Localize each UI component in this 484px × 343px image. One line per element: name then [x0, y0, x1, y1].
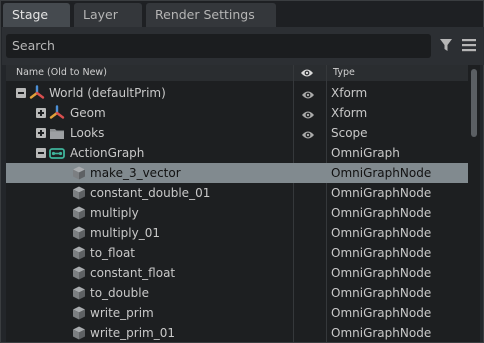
eye-icon[interactable] — [300, 67, 314, 79]
cube-icon — [71, 185, 87, 201]
cube-icon — [71, 325, 87, 341]
cube-icon — [71, 165, 87, 181]
expand-icon[interactable] — [36, 128, 46, 138]
scrollbar-thumb[interactable] — [471, 69, 477, 137]
tree-row[interactable]: multiply OmniGraphNode — [6, 203, 468, 223]
prim-name: Looks — [70, 126, 105, 140]
tree-row[interactable]: multiply_01 OmniGraphNode — [6, 223, 468, 243]
prim-type: OmniGraphNode — [331, 226, 432, 240]
prim-name: write_prim_01 — [90, 326, 176, 340]
cube-icon — [71, 245, 87, 261]
filter-icon[interactable] — [438, 37, 454, 53]
tree-row[interactable]: make_3_vector OmniGraphNode — [6, 163, 468, 183]
prim-name: make_3_vector — [90, 166, 181, 180]
cube-icon — [71, 305, 87, 321]
stage-tree: Name (Old to New) Type World (defaultPri… — [6, 65, 480, 342]
omnigraph-icon — [49, 145, 65, 161]
folder-icon — [49, 125, 65, 141]
prim-type: OmniGraphNode — [331, 306, 432, 320]
cube-icon — [71, 265, 87, 281]
visibility-eye-icon[interactable] — [301, 127, 315, 139]
tab-layer[interactable]: Layer — [74, 3, 142, 27]
tab-render-settings[interactable]: Render Settings — [146, 3, 276, 27]
column-header-type[interactable]: Type — [333, 65, 355, 81]
collapse-icon[interactable] — [16, 88, 26, 98]
xform-icon — [29, 85, 45, 101]
prim-type: OmniGraphNode — [331, 326, 432, 340]
prim-type: OmniGraphNode — [331, 246, 432, 260]
prim-type: OmniGraphNode — [331, 206, 432, 220]
prim-type: Scope — [331, 126, 368, 140]
prim-name: to_double — [90, 286, 149, 300]
collapse-icon[interactable] — [36, 148, 46, 158]
prim-type: Xform — [331, 86, 368, 100]
tree-row[interactable]: ActionGraph OmniGraph — [6, 143, 468, 163]
tree-row[interactable]: constant_float OmniGraphNode — [6, 263, 468, 283]
prim-name: ActionGraph — [70, 146, 145, 160]
column-header-name[interactable]: Name (Old to New) — [16, 65, 107, 81]
prim-type: OmniGraphNode — [331, 266, 432, 280]
prim-name: World (defaultPrim) — [49, 86, 166, 100]
prim-type: Xform — [331, 106, 368, 120]
prim-type: OmniGraph — [331, 146, 400, 160]
search-toolbar: Search — [2, 27, 484, 65]
tree-row[interactable]: to_float OmniGraphNode — [6, 243, 468, 263]
expand-icon[interactable] — [36, 108, 46, 118]
vertical-scrollbar[interactable] — [469, 65, 480, 342]
cube-icon — [71, 285, 87, 301]
tree-row[interactable]: write_prim_01 OmniGraphNode — [6, 323, 468, 342]
cube-icon — [71, 225, 87, 241]
prim-type: OmniGraphNode — [331, 186, 432, 200]
prim-type: OmniGraphNode — [331, 286, 432, 300]
tree-row[interactable]: World (defaultPrim) Xform — [6, 83, 468, 103]
tree-row[interactable]: Looks Scope — [6, 123, 468, 143]
xform-icon — [49, 105, 65, 121]
prim-name: constant_double_01 — [90, 186, 211, 200]
tab-stage[interactable]: Stage — [3, 3, 70, 27]
stage-panel: Stage Layer Render Settings Search Name … — [0, 0, 484, 343]
prim-name: multiply_01 — [90, 226, 160, 240]
visibility-eye-icon[interactable] — [301, 107, 315, 119]
tree-row[interactable]: constant_double_01 OmniGraphNode — [6, 183, 468, 203]
search-input[interactable]: Search — [6, 34, 431, 58]
prim-type: OmniGraphNode — [331, 166, 432, 180]
prim-name: to_float — [90, 246, 136, 260]
prim-name: write_prim — [90, 306, 154, 320]
tree-row[interactable]: Geom Xform — [6, 103, 468, 123]
prim-name: Geom — [70, 106, 106, 120]
prim-name: constant_float — [90, 266, 176, 280]
tree-row[interactable]: to_double OmniGraphNode — [6, 283, 468, 303]
prim-name: multiply — [90, 206, 139, 220]
hamburger-menu-icon[interactable] — [461, 37, 477, 53]
tree-row[interactable]: write_prim OmniGraphNode — [6, 303, 468, 323]
tab-bar: Stage Layer Render Settings — [1, 1, 483, 27]
cube-icon — [71, 205, 87, 221]
visibility-eye-icon[interactable] — [301, 87, 315, 99]
column-header: Name (Old to New) Type — [6, 65, 468, 81]
